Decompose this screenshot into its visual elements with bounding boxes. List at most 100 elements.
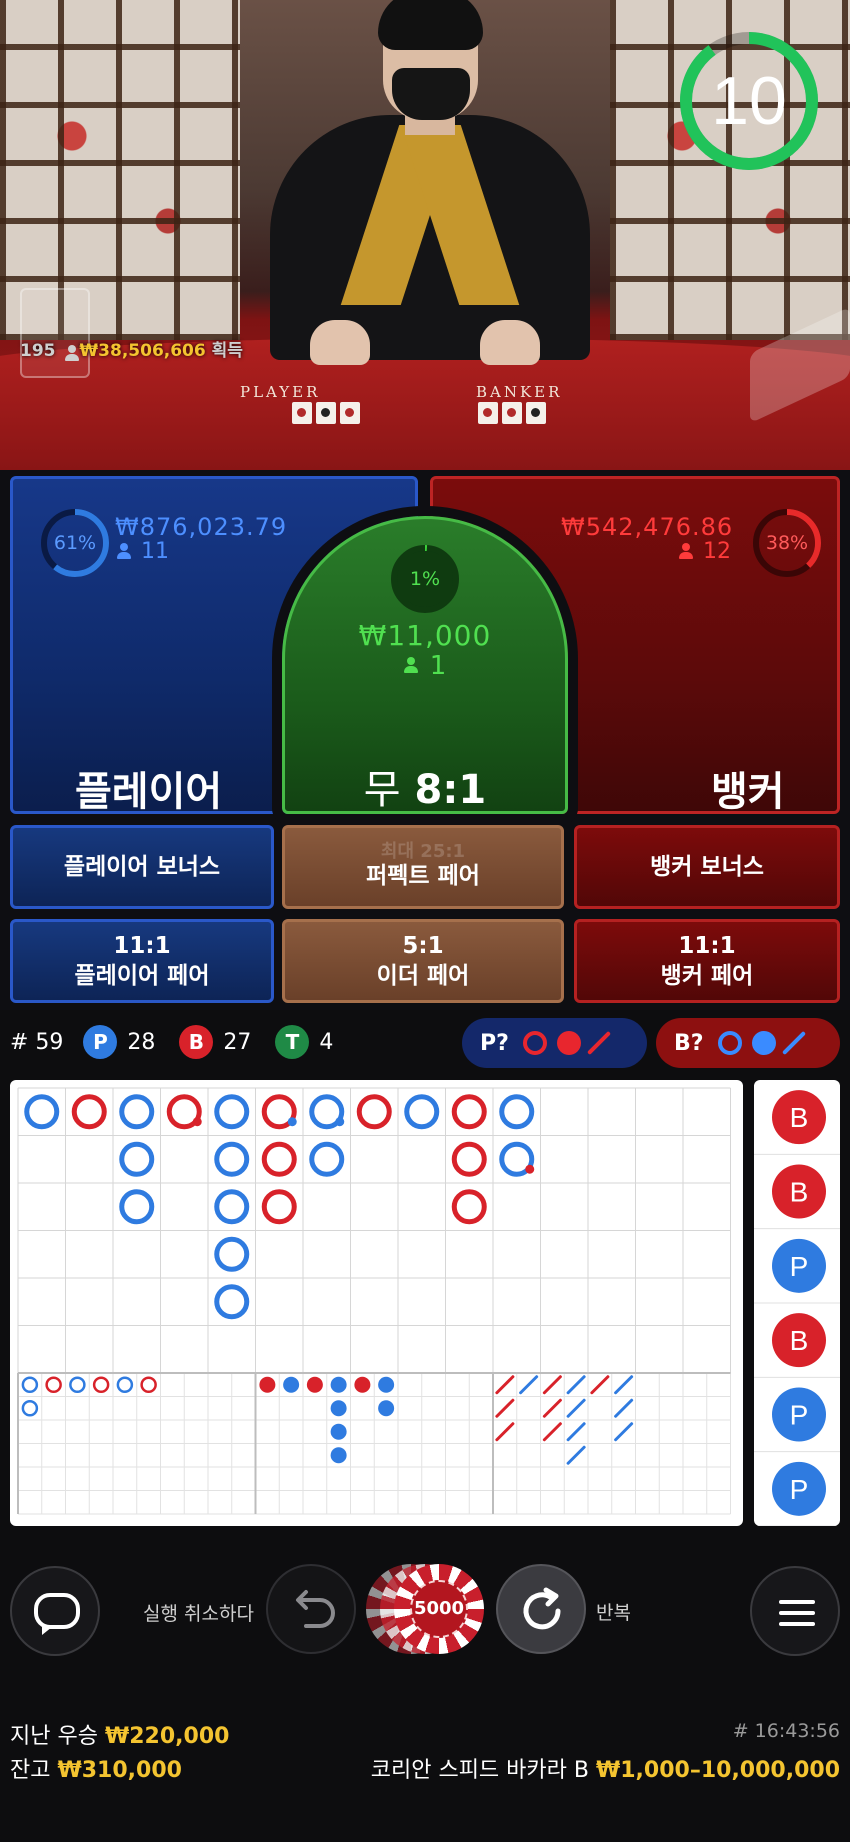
menu-icon bbox=[779, 1600, 815, 1626]
bead-letter: B bbox=[790, 1102, 809, 1133]
banker-bonus-button[interactable]: 뱅커 보너스 bbox=[574, 825, 840, 909]
player-card bbox=[292, 402, 312, 424]
small-road-dot-mark bbox=[330, 1400, 347, 1417]
table-name: 코리안 스피드 바카라 B bbox=[370, 1758, 589, 1783]
player-pair-odds: 11:1 bbox=[113, 933, 171, 959]
big-road-banker-mark bbox=[451, 1189, 487, 1225]
cockroach-road-mark bbox=[519, 1375, 539, 1395]
cockroach-road-mark bbox=[495, 1375, 515, 1395]
player-predict-label: P? bbox=[480, 1030, 509, 1056]
small-road-mark bbox=[45, 1376, 62, 1393]
cockroach-road-mark bbox=[495, 1398, 515, 1418]
small-road-dot-mark bbox=[259, 1376, 276, 1393]
felt-banker-label: BANKER bbox=[476, 383, 563, 401]
banker-win-count: 27 bbox=[223, 1029, 252, 1055]
banker-card bbox=[502, 402, 522, 424]
cockroach-road-mark bbox=[566, 1398, 586, 1418]
small-road-dot-mark bbox=[330, 1447, 347, 1464]
chat-button[interactable] bbox=[10, 1566, 100, 1656]
cockroach-road-mark bbox=[495, 1422, 515, 1442]
person-icon bbox=[65, 345, 80, 361]
winners-count: 195 bbox=[20, 341, 56, 361]
player-badge-icon: P bbox=[83, 1025, 118, 1059]
bead-letter: B bbox=[790, 1325, 809, 1356]
banker-predict-button[interactable]: B? bbox=[656, 1018, 840, 1068]
big-road-player-mark bbox=[119, 1094, 155, 1130]
banker-badge-icon: B bbox=[179, 1025, 214, 1059]
pair-dot-mark bbox=[525, 1164, 535, 1174]
big-road-player-mark bbox=[214, 1284, 250, 1320]
bead-letter: P bbox=[790, 1474, 809, 1505]
chat-icon bbox=[34, 1593, 80, 1635]
hollow-circle-icon bbox=[522, 1031, 547, 1055]
perfect-pair-odds: 최대 25:1 bbox=[380, 841, 466, 862]
last-win-label: 지난 우승 bbox=[10, 1724, 98, 1749]
tie-label: 무 8:1 bbox=[363, 767, 487, 813]
cockroach-road-mark bbox=[614, 1375, 634, 1395]
chip-5000[interactable]: 5000 bbox=[394, 1564, 484, 1654]
cockroach-road-mark bbox=[590, 1375, 610, 1395]
last-win: 지난 우승 ₩220,000 bbox=[10, 1718, 229, 1750]
bead-road-side[interactable]: B B P B P P bbox=[754, 1080, 840, 1526]
cockroach-road-mark bbox=[542, 1422, 562, 1442]
perfect-pair-label: 퍼펙트 페어 bbox=[366, 863, 480, 889]
player-pair-label: 플레이어 페어 bbox=[74, 963, 210, 989]
small-road-dot-mark bbox=[330, 1376, 347, 1393]
repeat-button[interactable] bbox=[496, 1564, 586, 1654]
player-predict-button[interactable]: P? bbox=[462, 1018, 647, 1068]
small-road-dot-mark bbox=[378, 1376, 395, 1393]
cockroach-road-mark bbox=[566, 1375, 586, 1395]
either-pair-button[interactable]: 5:1 이더 페어 bbox=[282, 919, 564, 1003]
player-bonus-button[interactable]: 플레이어 보너스 bbox=[10, 825, 274, 909]
round-number: # 59 bbox=[10, 1029, 64, 1055]
cockroach-road-mark bbox=[566, 1445, 586, 1465]
player-bet-amount: ₩876,023.79 bbox=[115, 513, 288, 541]
perfect-pair-button[interactable]: 최대 25:1 퍼펙트 페어 bbox=[282, 825, 564, 909]
small-road-dot-mark bbox=[283, 1376, 300, 1393]
results-stats: # 59 P 28 B 27 T 4 bbox=[10, 1018, 333, 1066]
banker-pair-label: 뱅커 페어 bbox=[660, 963, 754, 989]
player-label: 플레이어 bbox=[75, 769, 223, 815]
chip-selector[interactable]: 5000 bbox=[366, 1564, 484, 1654]
slash-icon bbox=[586, 1030, 611, 1056]
big-road-banker-mark bbox=[261, 1141, 297, 1177]
small-road-mark bbox=[69, 1376, 86, 1393]
small-road-mark bbox=[92, 1376, 110, 1393]
cockroach-road-mark bbox=[566, 1422, 586, 1442]
slash-icon bbox=[781, 1030, 806, 1056]
banker-bet-count: 12 bbox=[679, 539, 731, 564]
chip-value: 5000 bbox=[410, 1580, 468, 1638]
table-info[interactable]: 코리안 스피드 바카라 B ₩1,000–10,000,000 bbox=[371, 1752, 840, 1784]
banker-label: 뱅커 bbox=[711, 769, 785, 815]
bet-zone-tie[interactable]: 1% ₩11,000 1 무 8:1 bbox=[282, 516, 568, 814]
big-road-player-mark bbox=[499, 1094, 535, 1130]
banker-bonus-label: 뱅커 보너스 bbox=[650, 854, 764, 880]
tie-percent: 1% bbox=[409, 568, 441, 590]
cockroach-road-mark bbox=[614, 1398, 634, 1418]
round-id: # 16:43:56 bbox=[732, 1720, 840, 1742]
banker-card bbox=[526, 402, 546, 424]
big-road-banker-mark bbox=[356, 1094, 392, 1130]
player-bonus-label: 플레이어 보너스 bbox=[63, 854, 221, 880]
repeat-icon bbox=[523, 1587, 561, 1630]
tie-percent-ring: 1% bbox=[387, 541, 463, 617]
undo-label: 실행 취소하다 bbox=[143, 1603, 254, 1625]
tie-badge-icon: T bbox=[275, 1025, 310, 1059]
bead-letter: P bbox=[790, 1251, 809, 1282]
tie-win-count: 4 bbox=[319, 1029, 334, 1055]
tie-bet-amount: ₩11,000 bbox=[358, 619, 492, 652]
player-pair-button[interactable]: 11:1 플레이어 페어 bbox=[10, 919, 274, 1003]
small-road-mark bbox=[21, 1400, 39, 1417]
cockroach-road-mark bbox=[614, 1422, 634, 1442]
player-percent-ring: 61% bbox=[37, 505, 113, 581]
banker-pair-button[interactable]: 11:1 뱅커 페어 bbox=[574, 919, 840, 1003]
cockroach-road-mark bbox=[542, 1398, 562, 1418]
menu-button[interactable] bbox=[750, 1566, 840, 1656]
timer-value: 10 bbox=[711, 63, 787, 139]
big-road-banker-mark bbox=[261, 1189, 297, 1225]
player-bet-count: 11 bbox=[117, 539, 169, 564]
big-road-player-mark bbox=[309, 1141, 345, 1177]
banker-card bbox=[478, 402, 498, 424]
undo-button[interactable] bbox=[266, 1564, 356, 1654]
scoreboard-roadmap[interactable] bbox=[10, 1080, 743, 1526]
